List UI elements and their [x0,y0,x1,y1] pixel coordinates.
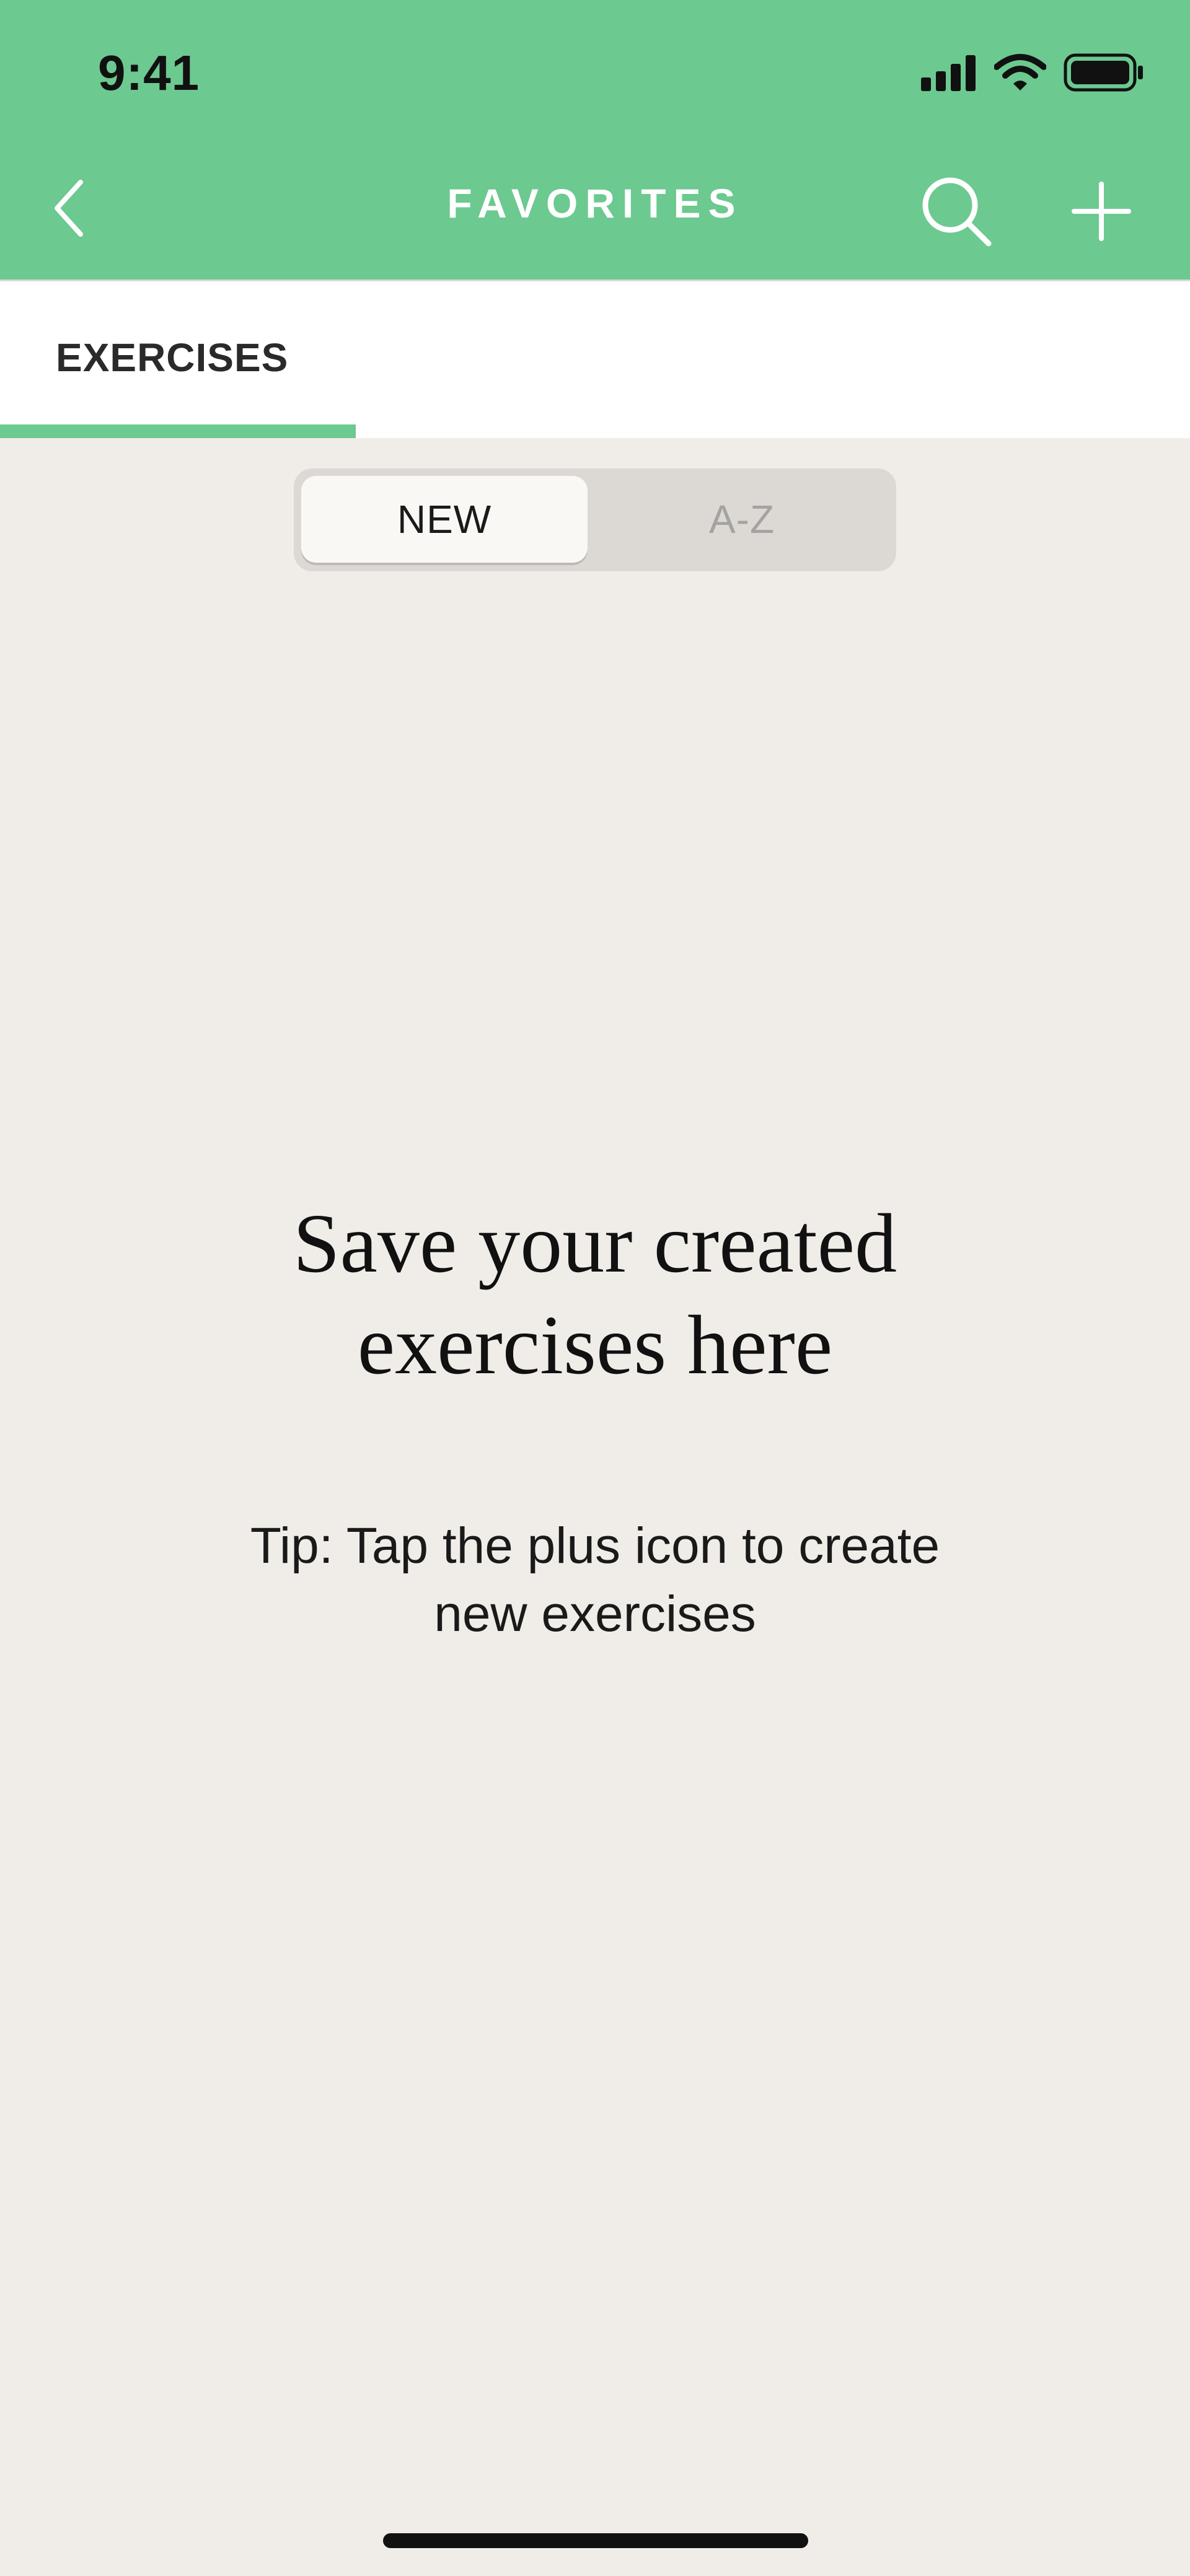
tab-exercises[interactable]: EXERCISES [0,281,356,438]
sort-new-option[interactable]: NEW [301,476,588,563]
status-icons [921,52,1144,95]
add-exercise-button[interactable] [1061,172,1142,253]
empty-state-heading-line: Save your created [293,1197,897,1290]
empty-state-heading: Save your created exercises here [99,1193,1091,1396]
status-time: 9:41 [98,45,200,100]
sort-az-option[interactable]: A-Z [595,476,889,563]
signal-icon [921,54,977,94]
empty-state-tip-line: Tip: Tap the plus icon to create [250,1518,940,1574]
tab-label: EXERCISES [56,335,289,380]
wifi-icon [994,53,1047,95]
sort-toggle: NEW A-Z [294,468,896,571]
tab-bar: EXERCISES [0,279,1190,438]
search-icon [920,175,992,250]
search-button[interactable] [916,172,997,253]
empty-state-tip: Tip: Tap the plus icon to create new exe… [161,1512,1029,1648]
empty-state-heading-line: exercises here [357,1299,833,1392]
plus-icon [1072,181,1131,244]
battery-icon [1064,53,1144,95]
empty-state-tip-line: new exercises [434,1586,756,1642]
active-tab-indicator [0,424,356,438]
page-title: FAVORITES [447,180,743,226]
home-indicator[interactable] [383,2533,808,2548]
app-header: 9:41 FAVORITES [0,0,1190,279]
